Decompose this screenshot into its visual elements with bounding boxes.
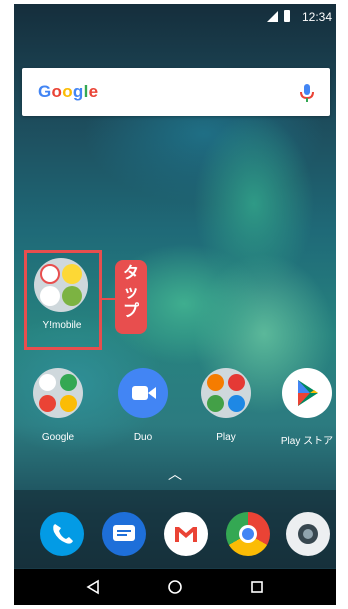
callout-connector — [102, 298, 116, 300]
signal-icon — [267, 11, 278, 22]
duo-icon — [118, 368, 168, 418]
play-folder[interactable]: Play — [194, 368, 258, 443]
tap-callout: タップ — [115, 260, 147, 334]
phone-icon[interactable] — [40, 512, 84, 556]
folder-label: Y!mobile — [42, 320, 82, 331]
duo-app[interactable]: Duo — [111, 368, 175, 443]
home-screen: 12:34 Google Y!mobile タップ Google Duo Pla… — [14, 4, 336, 605]
battery-icon — [284, 10, 290, 22]
play-folder-icon — [201, 368, 251, 418]
tap-callout-text: タップ — [123, 265, 140, 320]
home-icon[interactable] — [167, 579, 183, 595]
camera-icon[interactable] — [286, 512, 330, 556]
dock — [14, 490, 336, 568]
green-app-icon — [62, 286, 82, 306]
status-bar: 12:34 — [14, 4, 336, 30]
play-folder-label: Play — [216, 432, 236, 443]
navigation-bar — [14, 569, 336, 605]
duo-label: Duo — [133, 432, 153, 443]
microphone-icon[interactable] — [298, 84, 316, 102]
ymobile-folder-icon[interactable] — [34, 258, 88, 312]
app-drawer-arrow-icon[interactable]: ︿ — [168, 464, 182, 484]
play-store-icon — [282, 368, 332, 418]
play-triangle-icon — [298, 380, 318, 406]
google-folder-icon — [33, 368, 83, 418]
status-time: 12:34 — [301, 10, 332, 24]
google-logo: Google — [38, 82, 99, 101]
back-icon[interactable] — [85, 579, 101, 595]
google-folder-label: Google — [41, 432, 75, 443]
play-store-label: Play ストア — [280, 436, 334, 447]
photo-app-icon — [62, 264, 82, 284]
chrome-icon[interactable] — [226, 512, 270, 556]
play-store-app[interactable]: Play ストア — [275, 368, 336, 447]
ymobile-app-icon — [40, 264, 60, 284]
messages-icon[interactable] — [102, 512, 146, 556]
gmail-icon[interactable] — [164, 512, 208, 556]
ymobile-store-icon — [40, 286, 60, 306]
recents-icon[interactable] — [249, 579, 265, 595]
google-search-bar[interactable]: Google — [22, 68, 330, 116]
google-folder[interactable]: Google — [26, 368, 90, 443]
